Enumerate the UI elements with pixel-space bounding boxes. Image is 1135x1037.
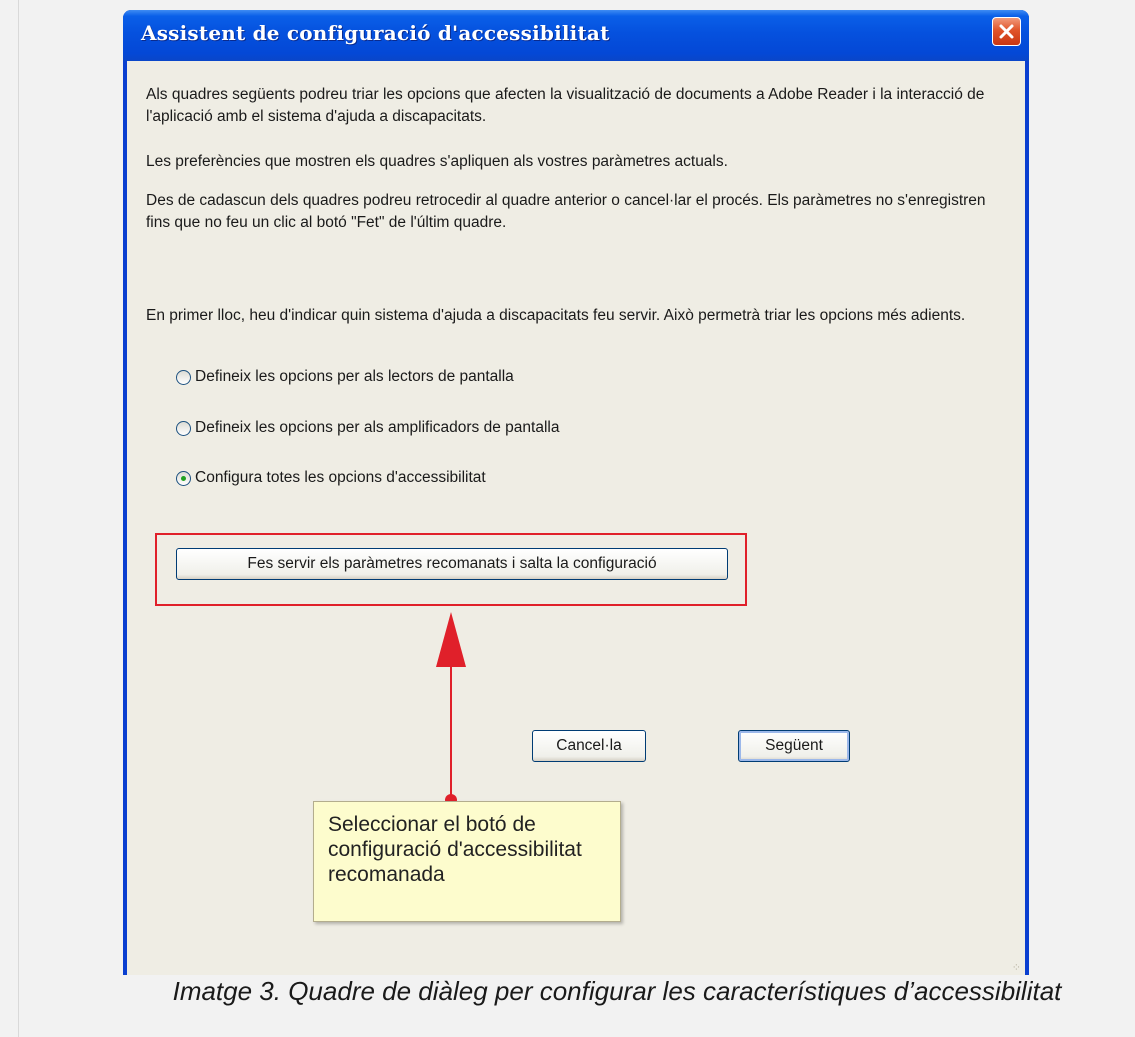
callout-text: Seleccionar el botó de configuració d'ac… [328, 813, 582, 886]
annotation-callout: Seleccionar el botó de configuració d'ac… [313, 801, 621, 922]
arrow-head-icon [436, 612, 466, 667]
figure-caption: Imatge 3. Quadre de diàleg per configura… [172, 976, 1062, 1006]
